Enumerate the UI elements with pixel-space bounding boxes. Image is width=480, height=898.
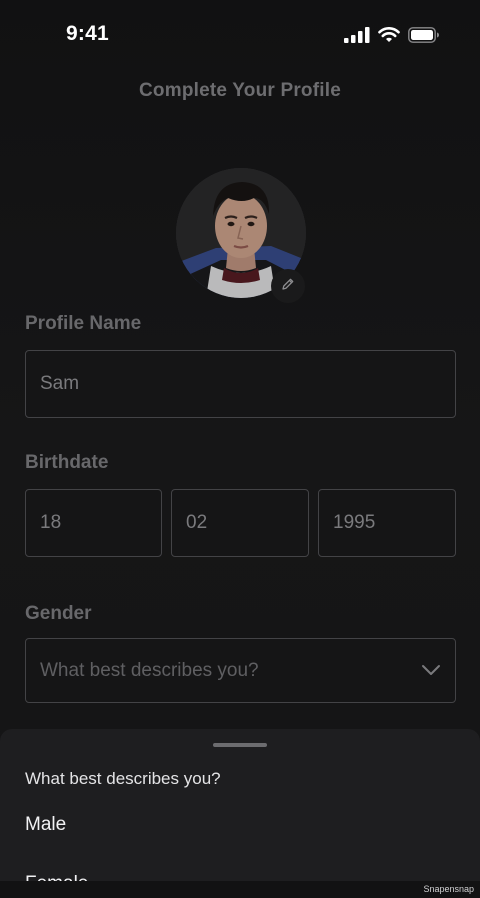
avatar-container[interactable] [176,168,306,303]
profile-screen: 9:41 Complete Your Profile Profile Name … [0,0,480,898]
wifi-icon [378,27,400,43]
birth-year-field[interactable]: 1995 [318,489,456,557]
status-time: 9:41 [66,22,109,45]
profile-name-value: Sam [40,373,80,394]
birth-day-field[interactable]: 18 [25,489,162,557]
profile-name-field[interactable]: Sam [25,350,456,418]
edit-photo-button[interactable] [271,269,305,303]
gender-placeholder: What best describes you? [40,659,259,681]
profile-name-label: Profile Name [25,313,142,334]
gender-label: Gender [25,603,92,624]
gender-select[interactable]: What best describes you? [25,638,456,703]
birth-month-value: 02 [186,512,208,533]
birth-day-value: 18 [40,512,62,533]
bottom-bar [0,881,480,898]
status-icons [344,27,440,43]
birth-month-field[interactable]: 02 [171,489,309,557]
status-bar: 9:41 [0,0,480,70]
sheet-drag-handle[interactable] [213,743,267,747]
pencil-icon [281,277,295,296]
sheet-title: What best describes you? [25,769,221,788]
watermark: Snapensnap [423,884,474,894]
battery-icon [408,27,440,43]
birthdate-label: Birthdate [25,452,109,473]
birth-year-value: 1995 [333,512,376,533]
gender-bottom-sheet: What best describes you? Male Female [0,729,480,898]
chevron-down-icon [421,660,441,682]
gender-option-male[interactable]: Male [25,814,66,836]
cellular-signal-icon [344,27,370,43]
page-title: Complete Your Profile [139,80,341,101]
